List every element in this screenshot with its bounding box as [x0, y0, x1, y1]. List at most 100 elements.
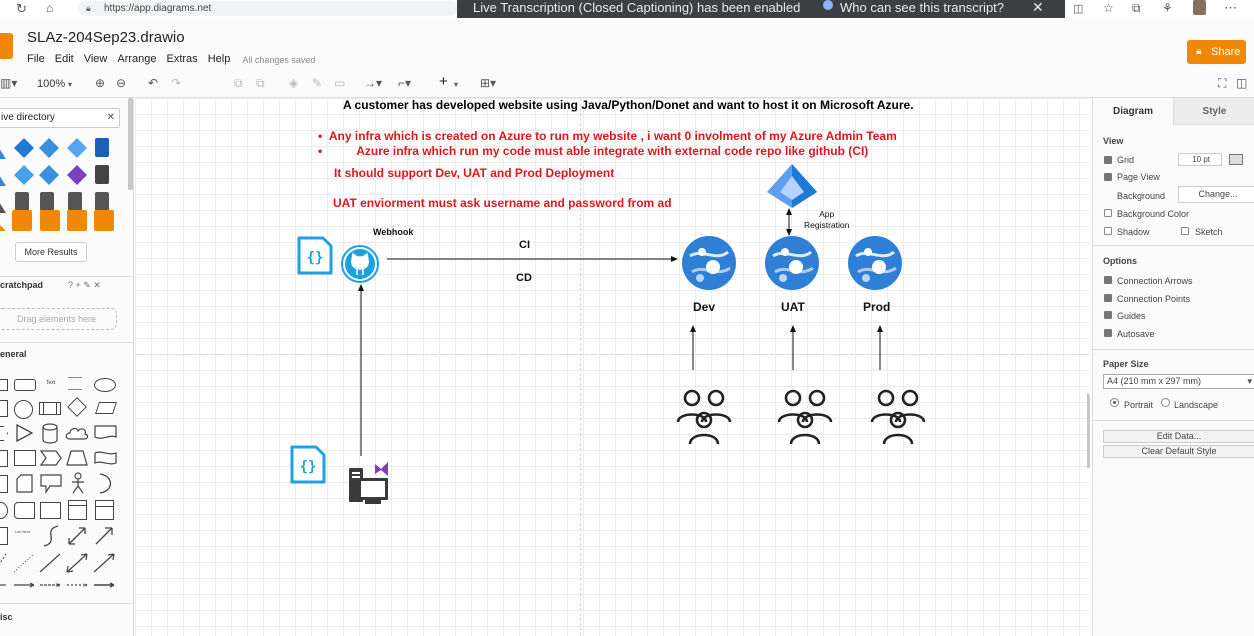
tab-style[interactable]: Style	[1173, 98, 1254, 125]
table-icon[interactable]: ⊞▾	[480, 76, 496, 90]
document-shape[interactable]	[94, 425, 118, 441]
search-results-grid[interactable]	[0, 135, 118, 237]
connection-icon[interactable]: →▾	[364, 76, 382, 90]
guides-checkbox[interactable]	[1104, 311, 1112, 319]
to-back-icon[interactable]: ⧉	[256, 76, 265, 91]
landscape-radio[interactable]	[1161, 398, 1170, 407]
list-item-shape[interactable]: List Item	[15, 529, 30, 534]
rounded-rectangle-shape[interactable]	[14, 379, 36, 391]
textbox-shape[interactable]	[68, 377, 82, 390]
edit-data-button[interactable]: Edit Data...	[1103, 430, 1254, 443]
line-shapes-row[interactable]	[0, 550, 124, 576]
fullscreen-icon[interactable]: ⛶	[1218, 76, 1226, 91]
card-shape[interactable]	[16, 474, 34, 494]
callout-shape[interactable]	[40, 474, 62, 494]
process-shape[interactable]	[39, 402, 61, 415]
env-uat-label[interactable]: UAT	[781, 300, 805, 314]
menu-file[interactable]: File	[27, 53, 45, 65]
ci-label[interactable]: CI	[519, 239, 530, 251]
grid-size-input[interactable]: 10 pt	[1178, 153, 1222, 166]
curve-shape[interactable]	[40, 524, 62, 548]
arrow-shape[interactable]	[93, 525, 115, 547]
insert-dropdown-icon[interactable]: ▾	[454, 80, 458, 89]
transcript-link[interactable]: Who can see this transcript?	[840, 0, 1004, 15]
home-icon[interactable]: ⌂	[46, 1, 53, 15]
menu-arrange[interactable]: Arrange	[117, 53, 156, 65]
connection-arrows-checkbox[interactable]	[1104, 276, 1112, 284]
waypoints-icon[interactable]: ⌐▾	[398, 76, 411, 90]
delay-shape[interactable]	[0, 502, 8, 519]
format-panel-icon[interactable]: ◫	[1236, 76, 1247, 90]
sketch-checkbox[interactable]	[1181, 227, 1189, 235]
paper-size-select[interactable]: A4 (210 mm x 297 mm) ▾	[1103, 374, 1254, 389]
pages-icon[interactable]: ▥▾	[0, 76, 17, 90]
cylinder-shape[interactable]	[41, 423, 59, 444]
tape-shape[interactable]	[94, 450, 118, 466]
menu-view[interactable]: View	[84, 53, 108, 65]
menu-extras[interactable]: Extras	[167, 53, 198, 65]
app-registration-icon[interactable]	[765, 162, 819, 210]
shadow-icon[interactable]: ▭	[334, 76, 345, 90]
zoom-dropdown-icon[interactable]: ▾	[68, 80, 72, 89]
parallelogram-shape[interactable]	[95, 402, 117, 414]
extensions-icon[interactable]: ⚘	[1162, 1, 1173, 15]
users-group-prod-icon[interactable]	[868, 384, 930, 446]
note-shape[interactable]	[0, 475, 8, 493]
portrait-radio[interactable]	[1110, 398, 1119, 407]
table-shape[interactable]	[0, 527, 8, 545]
actor-shape[interactable]	[70, 472, 86, 494]
line-color-icon[interactable]: ✎	[312, 76, 322, 90]
misc-section-title[interactable]: isc	[0, 612, 13, 622]
cube-shape[interactable]	[14, 450, 36, 466]
address-bar[interactable]: 🔒︎ https://app.diagrams.net	[78, 1, 458, 16]
reading-view-icon[interactable]: ◫	[1073, 2, 1083, 15]
bidirectional-arrow-shape[interactable]	[66, 525, 88, 547]
container-shape[interactable]	[40, 502, 61, 519]
format-panel-resize-handle[interactable]	[1087, 395, 1090, 468]
collections-icon[interactable]: ⧉	[1132, 1, 1141, 16]
left-panel-scrollbar[interactable]	[128, 98, 133, 190]
square-shape[interactable]	[0, 400, 8, 417]
zoom-in-icon[interactable]: ⊕	[95, 76, 105, 90]
page-view-checkbox[interactable]	[1104, 173, 1112, 181]
redo-icon[interactable]: ↷	[171, 76, 181, 90]
general-section-title[interactable]: eneral	[0, 349, 27, 359]
connector-shapes-row[interactable]	[0, 578, 124, 598]
zoom-out-icon[interactable]: ⊖	[116, 76, 126, 90]
app-service-prod-icon[interactable]	[846, 234, 904, 292]
clear-search-icon[interactable]: ✕	[107, 109, 115, 127]
diamond-shape[interactable]	[67, 397, 87, 417]
file-title[interactable]: SLAz-204Sep23.drawio	[27, 29, 185, 46]
more-menu-icon[interactable]: ⋯	[1224, 0, 1237, 16]
text-shape[interactable]: Text	[46, 380, 55, 386]
tab-diagram[interactable]: Diagram	[1093, 98, 1173, 125]
data-storage-shape[interactable]	[14, 502, 35, 519]
reload-icon[interactable]: ↻	[16, 1, 27, 17]
trapezoid-shape[interactable]	[66, 450, 88, 466]
internal-storage-shape[interactable]	[0, 450, 8, 467]
scratchpad-title[interactable]: cratchpad	[0, 280, 43, 290]
cloud-shape[interactable]	[65, 425, 89, 441]
favorite-star-icon[interactable]: ☆	[1103, 1, 1114, 15]
rectangle-shape[interactable]	[0, 379, 8, 391]
diagram-canvas[interactable]: A customer has developed website using J…	[135, 98, 1089, 636]
grid-checkbox[interactable]	[1104, 156, 1112, 164]
to-front-icon[interactable]: ⧉	[234, 76, 243, 91]
list-shape[interactable]	[95, 500, 114, 520]
env-prod-label[interactable]: Prod	[863, 300, 890, 314]
circle-shape[interactable]	[14, 400, 33, 419]
fill-color-icon[interactable]: ◈	[289, 76, 298, 90]
close-banner-icon[interactable]: ✕	[1032, 0, 1044, 14]
background-color-checkbox[interactable]	[1104, 209, 1112, 217]
scratchpad-actions[interactable]: ? + ✎ ✕	[68, 280, 101, 291]
env-dev-label[interactable]: Dev	[693, 300, 715, 314]
change-background-button[interactable]: Change...	[1178, 186, 1254, 203]
clear-default-style-button[interactable]: Clear Default Style	[1103, 445, 1254, 458]
share-button[interactable]: 🔒︎ Share	[1187, 40, 1246, 64]
autosave-checkbox[interactable]	[1104, 329, 1112, 337]
scratchpad-dropzone[interactable]: Drag elements here	[0, 308, 117, 330]
cd-label[interactable]: CD	[516, 272, 532, 284]
step-shape[interactable]	[40, 450, 62, 466]
profile-avatar[interactable]	[1193, 0, 1206, 15]
app-service-uat-icon[interactable]	[763, 234, 821, 292]
